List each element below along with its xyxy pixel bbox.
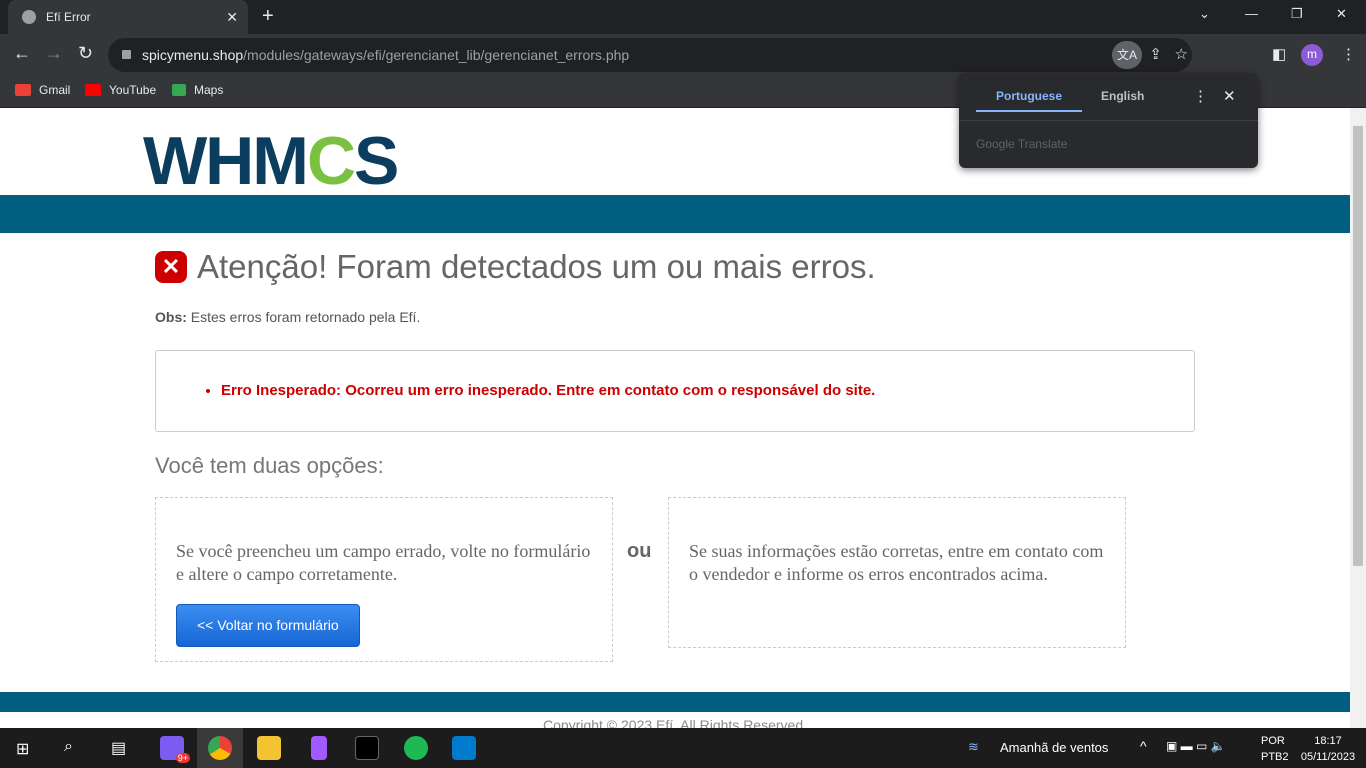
bookmark-gmail[interactable]: Gmail — [15, 83, 70, 97]
bookmark-star-icon[interactable]: ☆ — [1175, 45, 1188, 63]
spotify-icon[interactable] — [404, 736, 428, 760]
taskbar: ⊞ ⌕ ▤ 9+ ≋ Amanhã de ventos ^ ▣ ▬ ▭ 🔈 PO… — [0, 728, 1366, 768]
bookmark-youtube[interactable]: YouTube — [85, 83, 156, 97]
chrome-taskbar-button[interactable] — [197, 728, 243, 768]
title-text: Atenção! Foram detectados um ou mais err… — [197, 248, 876, 285]
lang1: POR — [1261, 735, 1285, 747]
tab-efi-error[interactable]: Efí Error ✕ — [8, 0, 248, 34]
tab-strip: Efí Error ✕ + ⌄ — ❐ ✕ — [0, 0, 1366, 34]
minimize-button[interactable]: — — [1245, 6, 1258, 21]
figma-icon[interactable] — [311, 736, 327, 760]
error-message: Erro Inesperado: Ocorreu um erro inesper… — [221, 382, 875, 399]
tab-title: Efí Error — [46, 10, 91, 24]
footer-band — [0, 692, 1350, 712]
language-indicator[interactable]: POR PTB2 — [1261, 733, 1289, 765]
tab-search-icon[interactable]: ⌄ — [1199, 6, 1210, 22]
translate-icon[interactable]: 文A — [1112, 41, 1142, 69]
weather-text[interactable]: Amanhã de ventos — [1000, 740, 1108, 755]
vscode-icon[interactable] — [452, 736, 476, 760]
youtube-icon — [85, 84, 101, 96]
reload-button[interactable]: ↻ — [78, 43, 93, 64]
avatar[interactable]: m — [1301, 44, 1323, 66]
chevron-up-icon[interactable]: ^ — [1140, 738, 1147, 754]
header-band — [0, 195, 1350, 233]
windows-start-icon[interactable]: ⊞ — [16, 739, 29, 759]
forward-button[interactable]: → — [45, 43, 63, 64]
app-icon[interactable] — [355, 736, 379, 760]
google-translate-label: Google Translate — [976, 137, 1068, 151]
error-box: Erro Inesperado: Ocorreu um erro inesper… — [155, 350, 1195, 432]
share-icon[interactable]: ⇪ — [1149, 45, 1162, 63]
option-card-back: Se você preencheu um campo errado, volte… — [155, 497, 613, 662]
file-explorer-icon[interactable] — [257, 736, 281, 760]
tab-english[interactable]: English — [1101, 89, 1144, 103]
translate-popup: Portuguese English ⋮ ✕ Google Translate — [959, 73, 1258, 168]
task-view-icon[interactable]: ▤ — [111, 738, 126, 758]
search-icon[interactable]: ⌕ — [64, 738, 73, 756]
tab-portuguese[interactable]: Portuguese — [976, 89, 1083, 112]
maps-icon — [172, 84, 186, 96]
close-icon[interactable]: ✕ — [1223, 87, 1236, 105]
bookmark-label: Gmail — [39, 83, 71, 97]
date: 05/11/2023 — [1300, 751, 1356, 763]
gmail-icon — [15, 84, 31, 96]
notification-badge: 9+ — [175, 753, 190, 763]
close-window-button[interactable]: ✕ — [1336, 6, 1347, 22]
obs-note: Obs: Estes erros foram retornado pela Ef… — [155, 309, 420, 325]
obs-text: Estes erros foram retornado pela Efí. — [186, 309, 421, 325]
back-button[interactable]: ← — [13, 43, 31, 64]
browser-toolbar: ← → ↻ spicymenu.shop/modules/gateways/ef… — [0, 34, 1366, 76]
or-label: ou — [627, 540, 652, 562]
url-path: /modules/gateways/efi/gerencianet_lib/ge… — [243, 47, 630, 63]
chrome-icon — [208, 736, 232, 760]
option-card-contact: Se suas informações estão corretas, entr… — [668, 497, 1126, 648]
whmcs-logo: WHMCS — [143, 123, 399, 199]
divider — [959, 120, 1258, 121]
url-host: spicymenu.shop — [142, 47, 244, 63]
options-title: Você tem duas opções: — [155, 453, 384, 478]
side-panel-icon[interactable]: ◧ — [1272, 45, 1286, 63]
error-icon: ✕ — [155, 251, 187, 283]
time: 18:17 — [1314, 735, 1342, 747]
scrollbar[interactable] — [1350, 108, 1366, 728]
lang2: PTB2 — [1261, 751, 1289, 763]
copyright: Copyright © 2023 Efí. All Rights Reserve… — [543, 717, 807, 728]
more-options-icon[interactable]: ⋮ — [1193, 87, 1208, 105]
globe-icon — [22, 10, 36, 24]
tray-icons[interactable]: ▣ ▬ ▭ 🔈 — [1166, 739, 1226, 753]
option1-text: Se você preencheu um campo errado, volte… — [176, 541, 591, 584]
restore-button[interactable]: ❐ — [1291, 6, 1303, 22]
lock-icon — [122, 50, 131, 59]
new-tab-button[interactable]: + — [262, 5, 274, 28]
option2-text: Se suas informações estão corretas, entr… — [689, 541, 1104, 584]
clock[interactable]: 18:17 05/11/2023 — [1296, 733, 1360, 765]
bookmark-label: Maps — [194, 83, 224, 97]
back-to-form-button[interactable]: << Voltar no formulário — [176, 604, 360, 647]
address-bar[interactable]: spicymenu.shop/modules/gateways/efi/gere… — [108, 38, 1192, 72]
close-tab-icon[interactable]: ✕ — [226, 9, 238, 26]
discord-icon[interactable]: 9+ — [160, 736, 190, 763]
obs-label: Obs: — [155, 309, 187, 325]
page-title: ✕ Atenção! Foram detectados um ou mais er… — [155, 248, 876, 286]
weather-icon: ≋ — [968, 739, 979, 754]
page-content: WHMCS ✕ Atenção! Foram detectados um ou m… — [0, 108, 1350, 728]
menu-icon[interactable]: ⋮ — [1341, 45, 1356, 63]
scrollbar-thumb[interactable] — [1353, 126, 1363, 566]
bookmark-maps[interactable]: Maps — [172, 83, 223, 97]
bookmark-label: YouTube — [109, 83, 157, 97]
